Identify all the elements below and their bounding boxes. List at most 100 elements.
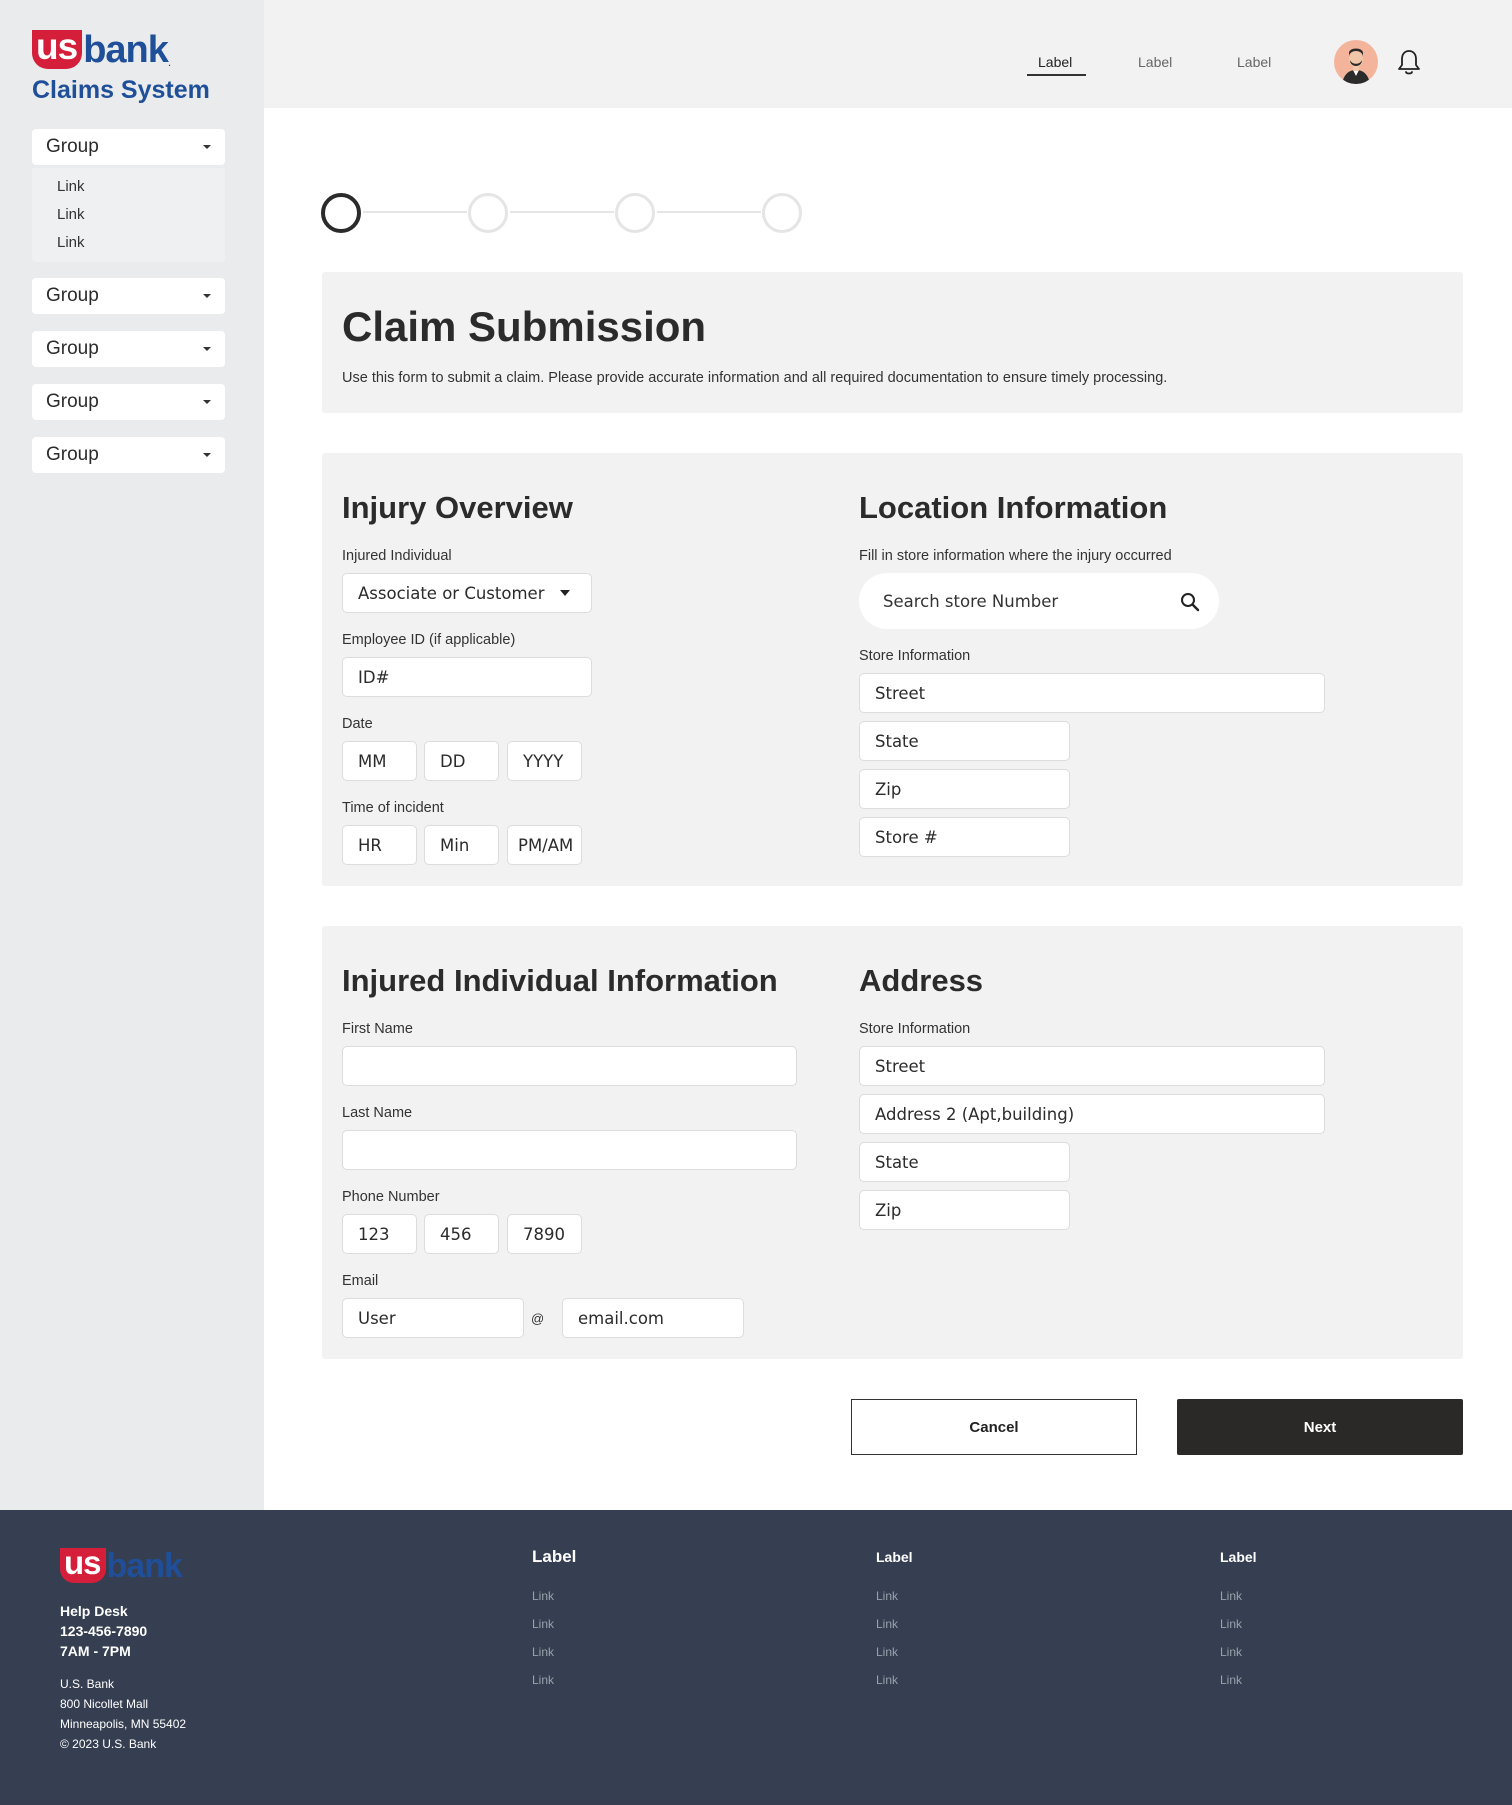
store-state-input[interactable]: State: [859, 721, 1070, 761]
injured-individual-select[interactable]: Associate or Customer: [342, 573, 592, 613]
last-name-input[interactable]: [342, 1130, 797, 1170]
sidebar-group-label: Group: [46, 136, 99, 157]
stepper-step-2[interactable]: [468, 193, 508, 233]
caret-down-icon: [203, 145, 211, 149]
help-desk-hours: 7AM - 7PM: [60, 1643, 131, 1659]
store-street-input[interactable]: Street: [859, 673, 1325, 713]
first-name-label: First Name: [342, 1021, 413, 1037]
caret-down-icon: [560, 590, 571, 596]
location-description: Fill in store information where the inju…: [859, 548, 1172, 564]
search-icon[interactable]: [1179, 591, 1201, 613]
logo-bank-text: bank: [106, 1546, 183, 1585]
avatar[interactable]: [1334, 40, 1378, 84]
help-desk-title: Help Desk: [60, 1603, 128, 1619]
time-hour-input[interactable]: HR: [342, 825, 417, 865]
stepper-step-4[interactable]: [762, 193, 802, 233]
footer-copyright: © 2023 U.S. Bank: [60, 1737, 157, 1751]
email-at-sign: @: [531, 1311, 545, 1326]
nav-tab-3[interactable]: Label: [1237, 54, 1271, 70]
date-year-input[interactable]: YYYY: [507, 741, 582, 781]
sidebar-group-label: Group: [46, 444, 99, 465]
address-line2-input[interactable]: Address 2 (Apt,building): [859, 1094, 1325, 1134]
footer: us bank Help Desk 123-456-7890 7AM - 7PM…: [0, 1510, 1512, 1805]
address-title: Address: [859, 963, 984, 998]
footer-link[interactable]: Link: [532, 1589, 554, 1603]
stepper-step-1[interactable]: [321, 193, 361, 233]
date-label: Date: [342, 716, 373, 732]
footer-address-line: U.S. Bank: [60, 1677, 115, 1691]
sidebar-link-2[interactable]: Link: [57, 206, 85, 223]
sidebar-group-5[interactable]: Group: [32, 437, 225, 473]
bell-icon[interactable]: [1396, 48, 1422, 76]
email-user-input[interactable]: User: [342, 1298, 524, 1338]
injured-individual-label: Injured Individual: [342, 548, 452, 564]
email-label: Email: [342, 1273, 379, 1289]
page-title: Claim Submission: [342, 303, 707, 350]
sidebar-group-4[interactable]: Group: [32, 384, 225, 420]
stepper-connector: [657, 211, 761, 213]
phone-line-input[interactable]: 7890: [507, 1214, 582, 1254]
help-desk-phone[interactable]: 123-456-7890: [60, 1623, 147, 1639]
last-name-label: Last Name: [342, 1105, 413, 1121]
time-ampm-input[interactable]: PM/AM: [507, 825, 582, 865]
date-day-input[interactable]: DD: [424, 741, 499, 781]
sidebar-group-label: Group: [46, 285, 99, 306]
footer-link[interactable]: Link: [532, 1617, 554, 1631]
email-domain-input[interactable]: email.com: [562, 1298, 744, 1338]
location-info-title: Location Information: [859, 490, 1168, 525]
footer-link[interactable]: Link: [876, 1617, 898, 1631]
address-street-input[interactable]: Street: [859, 1046, 1325, 1086]
sidebar-group-1-links: Link Link Link: [32, 168, 225, 262]
footer-link[interactable]: Link: [876, 1589, 898, 1603]
next-button[interactable]: Next: [1177, 1399, 1463, 1455]
logo-bank-text: bank: [83, 28, 169, 71]
usbank-logo[interactable]: us bank .: [32, 28, 171, 71]
footer-column-2-title: Label: [876, 1549, 913, 1565]
sidebar-link-3[interactable]: Link: [57, 234, 85, 251]
footer-link[interactable]: Link: [1220, 1645, 1242, 1659]
address-store-info-label: Store Information: [859, 1021, 971, 1037]
store-search-input[interactable]: Search store Number: [859, 573, 1219, 629]
stepper-step-3[interactable]: [615, 193, 655, 233]
top-bar: [264, 0, 1512, 108]
address-zip-input[interactable]: Zip: [859, 1190, 1070, 1230]
cancel-button[interactable]: Cancel: [851, 1399, 1137, 1455]
footer-link[interactable]: Link: [1220, 1673, 1242, 1687]
caret-down-icon: [203, 400, 211, 404]
first-name-input[interactable]: [342, 1046, 797, 1086]
store-zip-input[interactable]: Zip: [859, 769, 1070, 809]
injury-overview-title: Injury Overview: [342, 490, 573, 525]
sidebar-link-1[interactable]: Link: [57, 178, 85, 195]
date-month-input[interactable]: MM: [342, 741, 417, 781]
phone-area-input[interactable]: 123: [342, 1214, 417, 1254]
nav-tab-2[interactable]: Label: [1138, 54, 1172, 70]
time-label: Time of incident: [342, 800, 444, 816]
sidebar-group-2[interactable]: Group: [32, 278, 225, 314]
store-number-input[interactable]: Store #: [859, 817, 1070, 857]
phone-prefix-input[interactable]: 456: [424, 1214, 499, 1254]
footer-column-1-title: Label: [532, 1547, 577, 1566]
footer-link[interactable]: Link: [532, 1645, 554, 1659]
footer-usbank-logo[interactable]: us bank: [60, 1546, 183, 1585]
footer-link[interactable]: Link: [876, 1673, 898, 1687]
individual-info-title: Injured Individual Information: [342, 963, 778, 998]
page-description: Use this form to submit a claim. Please …: [342, 370, 1168, 386]
footer-address-line: 800 Nicollet Mall: [60, 1697, 149, 1711]
employee-id-input[interactable]: ID#: [342, 657, 592, 697]
logo-shield-us: us: [60, 1546, 106, 1583]
phone-label: Phone Number: [342, 1189, 440, 1205]
sidebar-group-1[interactable]: Group: [32, 129, 225, 165]
injured-individual-value: Associate or Customer: [358, 583, 545, 603]
store-info-label: Store Information: [859, 648, 971, 664]
nav-tab-1[interactable]: Label: [1038, 54, 1072, 70]
footer-link[interactable]: Link: [876, 1645, 898, 1659]
sidebar-group-label: Group: [46, 338, 99, 359]
sidebar-group-label: Group: [46, 391, 99, 412]
footer-link[interactable]: Link: [1220, 1617, 1242, 1631]
footer-link[interactable]: Link: [532, 1673, 554, 1687]
active-tab-indicator: [1027, 74, 1086, 76]
footer-link[interactable]: Link: [1220, 1589, 1242, 1603]
time-minute-input[interactable]: Min: [424, 825, 499, 865]
sidebar-group-3[interactable]: Group: [32, 331, 225, 367]
address-state-input[interactable]: State: [859, 1142, 1070, 1182]
